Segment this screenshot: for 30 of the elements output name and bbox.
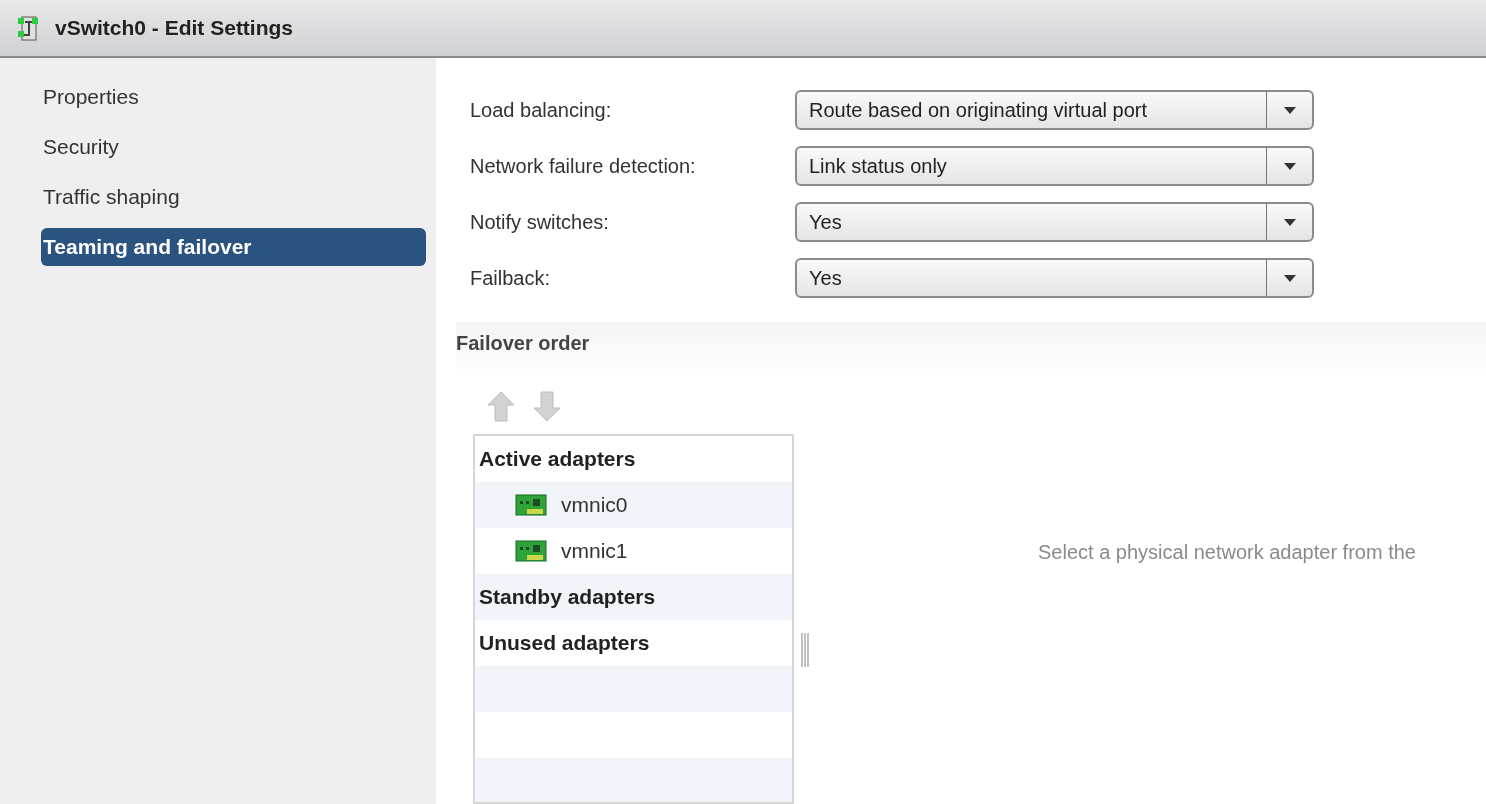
section-title: Failover order	[456, 332, 590, 355]
window-title: vSwitch0 - Edit Settings	[55, 16, 294, 40]
sidebar-item[interactable]: Security	[41, 128, 426, 166]
field-label: Load balancing:	[470, 98, 613, 122]
caret-icon	[1283, 162, 1296, 170]
field-label: Notify switches:	[470, 210, 610, 234]
group-header: Standby adapters	[479, 585, 656, 609]
dropdown[interactable]: Route based on originating virtual port	[795, 90, 1314, 130]
group-header: Active adapters	[479, 447, 636, 471]
dropdown[interactable]: Yes	[795, 258, 1314, 298]
field-label: Network failure detection:	[470, 154, 697, 178]
splitter-handle[interactable]	[800, 633, 810, 667]
sidebar-item[interactable]: Properties	[41, 78, 426, 116]
caret-icon	[1283, 274, 1296, 282]
adapter-row[interactable]: vmnic0	[475, 482, 792, 528]
dropdown[interactable]: Yes	[795, 202, 1314, 242]
sidebar-item[interactable]: Teaming and failover	[41, 228, 426, 266]
switch-icon	[15, 13, 41, 43]
adapter-name: vmnic0	[561, 493, 628, 517]
field-label: Failback:	[470, 266, 552, 290]
adapter-name: vmnic1	[561, 539, 628, 563]
network-card-icon	[515, 539, 547, 563]
hint-text: Select a physical network adapter from the	[1038, 541, 1416, 565]
network-card-icon	[515, 493, 547, 517]
caret-icon	[1283, 218, 1296, 226]
group-header: Unused adapters	[479, 631, 650, 655]
caret-icon	[1283, 106, 1296, 114]
adapter-row[interactable]: vmnic1	[475, 528, 792, 574]
dropdown[interactable]: Link status only	[795, 146, 1314, 186]
sidebar-item[interactable]: Traffic shaping	[41, 178, 426, 216]
